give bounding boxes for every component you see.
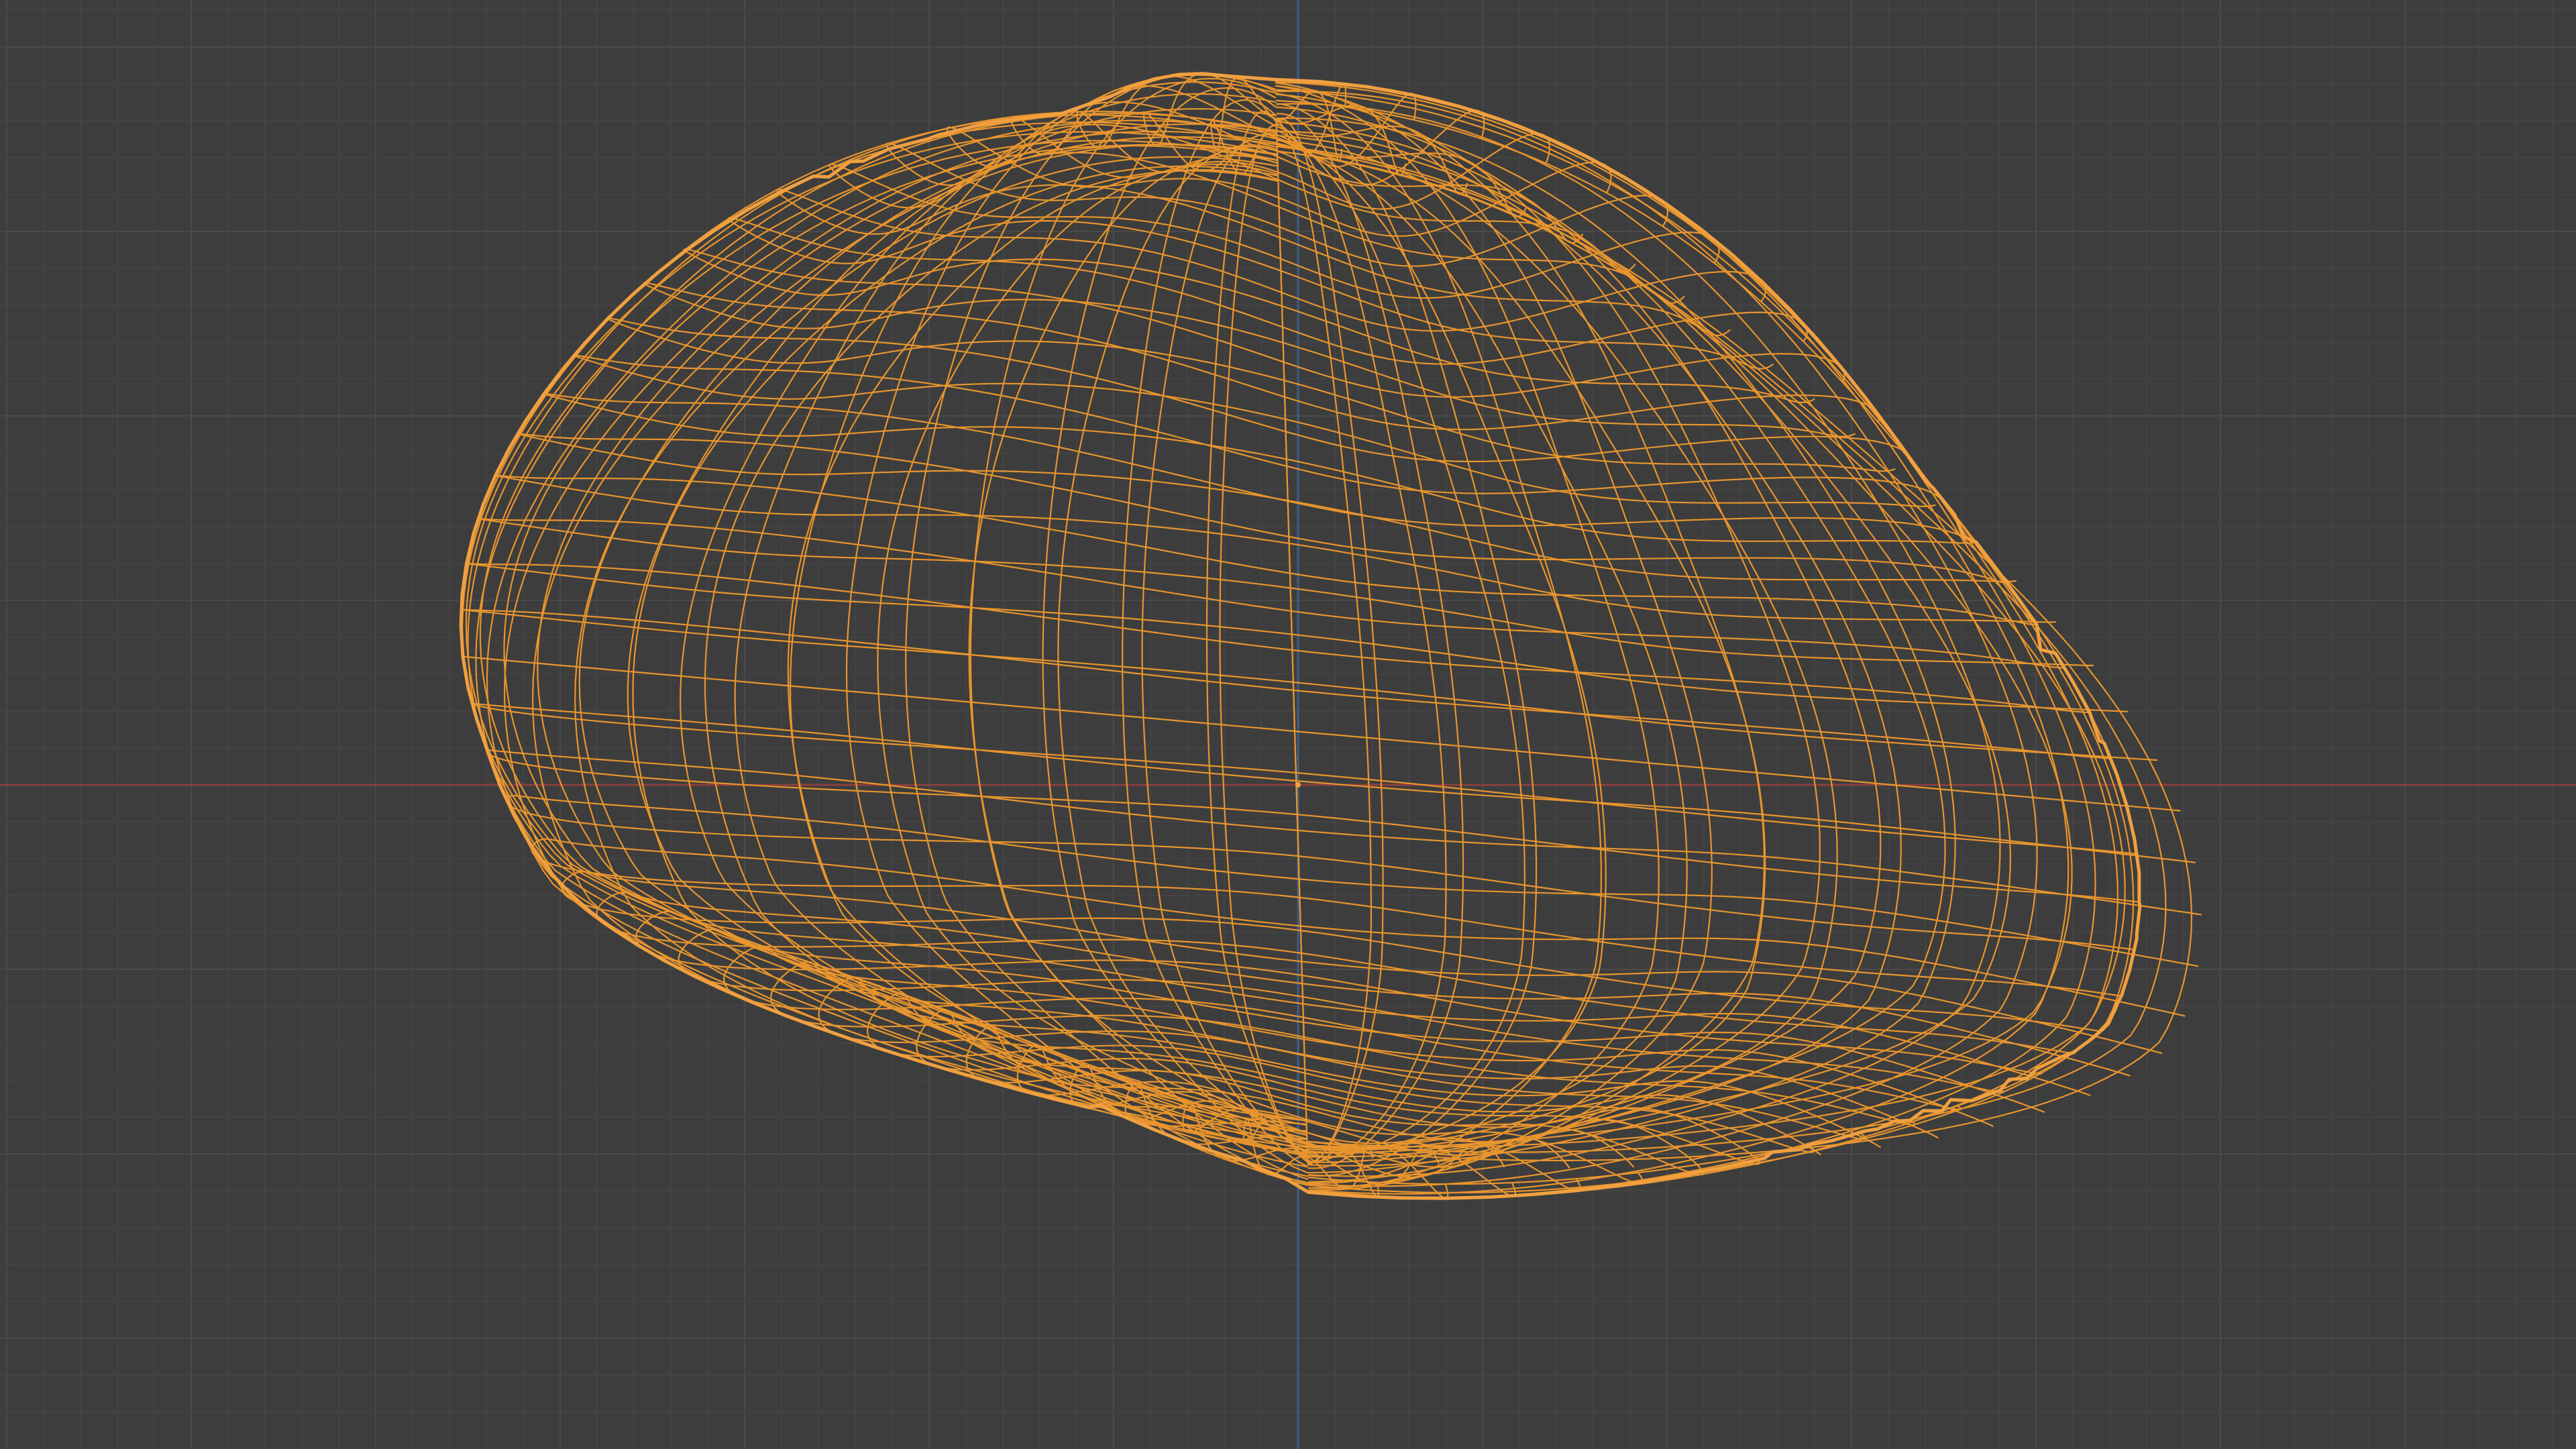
mesh-edge-meridian — [537, 144, 1307, 1140]
viewport-grid — [0, 0, 2576, 1449]
viewport-canvas[interactable] — [0, 0, 2576, 1449]
mesh-edge-meridian — [1275, 90, 2038, 1187]
mesh-edge-parallel — [517, 433, 2017, 584]
mesh-edge-meridian — [578, 136, 1307, 1147]
mesh-edge-meridian — [1057, 144, 1307, 1144]
3d-viewport[interactable] — [0, 0, 2576, 1449]
mesh-edge-meridian — [1277, 150, 2126, 1148]
mesh-edge-meridian — [704, 170, 1307, 1122]
mesh-edge-meridian — [734, 93, 1309, 1177]
mesh-edge-meridian — [1042, 87, 1309, 1174]
object-origin-point — [1295, 782, 1301, 788]
mesh-edge-meridian — [1277, 144, 1766, 1148]
mesh-edge-meridian — [1275, 103, 2001, 1177]
mesh-edge-parallel — [727, 217, 1808, 370]
mesh-edge-meridian — [1275, 99, 2140, 1185]
mesh-edge-parallel — [462, 655, 2181, 812]
mesh-edge-parallel — [460, 608, 2158, 761]
mesh-edge-meridian — [1276, 129, 1525, 1159]
selected-mesh-wireframe[interactable] — [459, 72, 2202, 1200]
mesh-edge-meridian — [968, 154, 1307, 1134]
